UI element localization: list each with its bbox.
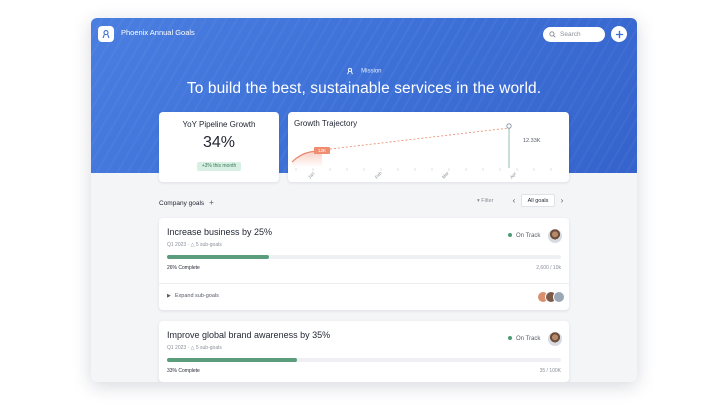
- goal-count: 2,600 / 10k: [536, 265, 561, 271]
- trend-projection-line: [321, 127, 510, 151]
- next-page-button[interactable]: ›: [557, 194, 567, 207]
- trend-month-mar: Mar: [441, 170, 450, 180]
- metric-title: YoY Pipeline Growth: [182, 120, 256, 129]
- goal-progress-bar: [167, 255, 561, 259]
- trend-current-value: 12.33K: [523, 138, 541, 144]
- company-goals-header: Company goals +: [159, 198, 214, 207]
- goal-card[interactable]: Improve global brand awareness by 35% Q1…: [159, 321, 569, 382]
- previous-page-button[interactable]: ‹: [509, 194, 519, 207]
- metric-change-badge: +3% this month: [197, 162, 241, 171]
- avatar[interactable]: [548, 332, 562, 346]
- add-button[interactable]: [611, 26, 627, 42]
- goal-title[interactable]: Increase business by 25%: [167, 227, 272, 237]
- goal-count: 35 / 100K: [539, 368, 561, 374]
- goal-complete-label: 26% Complete: [167, 265, 200, 271]
- search-placeholder: Search: [560, 31, 581, 38]
- avatar[interactable]: [548, 229, 562, 243]
- growth-trajectory-card[interactable]: Growth Trajectory 12K 12.33K Jan Feb Mar…: [288, 112, 569, 182]
- goal-title[interactable]: Improve global brand awareness by 35%: [167, 330, 330, 340]
- pipeline-growth-card[interactable]: YoY Pipeline Growth 34% +3% this month: [159, 112, 279, 182]
- goal-card[interactable]: Increase business by 25% Q1 2023 · △ 5 s…: [159, 218, 569, 310]
- app-title: Phoenix Annual Goals: [121, 28, 195, 37]
- goal-progress-bar: [167, 358, 561, 362]
- expand-label: Expand sub-goals: [174, 293, 219, 299]
- trend-chart: 12K 12.33K Jan Feb Mar Apr: [291, 123, 552, 180]
- mission-statement: To build the best, sustainable services …: [186, 80, 542, 97]
- metric-value: 34%: [202, 134, 236, 151]
- goal-progress-fill: [167, 255, 270, 259]
- mission-label: Mission: [91, 67, 637, 75]
- status-dot-icon: [508, 336, 512, 341]
- app-window: Phoenix Annual Goals Search Mission To b…: [91, 18, 637, 382]
- trend-month-jan: Jan: [307, 170, 316, 179]
- search-icon: [549, 31, 556, 38]
- goal-complete-label: 33% Complete: [167, 368, 200, 374]
- company-goals-label: Company goals: [159, 200, 205, 207]
- plus-icon: [615, 30, 623, 38]
- divider: [159, 283, 569, 284]
- chevron-left-icon: ‹: [512, 196, 516, 205]
- mission-label-text: Mission: [361, 68, 382, 75]
- goal-status: On Track: [508, 233, 540, 239]
- app-logo-icon[interactable]: [98, 26, 114, 42]
- filter-button[interactable]: ▾ Filter: [477, 198, 494, 204]
- status-dot-icon: [508, 233, 512, 238]
- goal-meta: Q1 2023 · △ 5 sub-goals: [167, 242, 222, 248]
- caret-right-icon: ▶: [167, 293, 171, 299]
- trend-current-point: [506, 123, 512, 129]
- assignee-avatars[interactable]: [537, 291, 565, 303]
- add-goal-icon[interactable]: +: [209, 198, 214, 207]
- trend-month-feb: Feb: [374, 170, 383, 180]
- search-input[interactable]: Search: [543, 27, 605, 42]
- filter-label: Filter: [481, 198, 494, 204]
- chevron-right-icon: ›: [560, 196, 564, 205]
- expand-sub-goals-button[interactable]: ▶ Expand sub-goals: [167, 293, 219, 299]
- goal-status-label: On Track: [516, 336, 541, 342]
- goal-progress-fill: [167, 358, 298, 362]
- goal-status-label: On Track: [516, 233, 541, 239]
- trend-marker-label: 12K: [318, 148, 326, 153]
- goal-meta: Q1 2023 · △ 5 sub-goals: [167, 345, 222, 351]
- goal-status: On Track: [508, 336, 540, 342]
- mission-icon: [347, 67, 354, 75]
- goals-range-select[interactable]: All goals: [521, 194, 555, 207]
- trend-month-apr: Apr: [509, 171, 518, 180]
- avatar: [553, 291, 565, 303]
